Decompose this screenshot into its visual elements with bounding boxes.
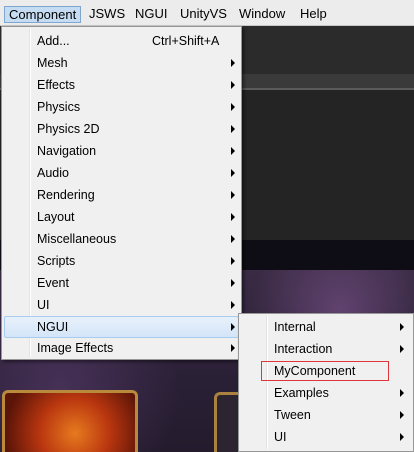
menu-item-ui[interactable]: UI	[4, 294, 239, 316]
menu-item-ngui[interactable]: NGUI	[4, 316, 239, 338]
menu-item-label: Rendering	[37, 188, 95, 202]
submenu-arrow-icon	[231, 257, 235, 265]
menu-item-label: Audio	[37, 166, 69, 180]
menu-item-label: Interaction	[274, 342, 333, 356]
dragon-card-image	[2, 390, 138, 452]
submenu-arrow-icon	[231, 279, 235, 287]
menu-item-ngui-ui[interactable]: UI	[241, 426, 411, 448]
menu-item-layout[interactable]: Layout	[4, 206, 239, 228]
menu-item-label: NGUI	[37, 320, 69, 334]
submenu-arrow-icon	[400, 323, 404, 331]
submenu-arrow-icon	[231, 191, 235, 199]
menu-ngui[interactable]: NGUI	[131, 5, 172, 23]
menu-item-image-effects[interactable]: Image Effects	[4, 337, 239, 359]
submenu-arrow-icon	[400, 433, 404, 441]
menu-item-label: Physics 2D	[37, 122, 100, 136]
menu-item-label: Miscellaneous	[37, 232, 117, 246]
ngui-submenu: Internal Interaction MyComponent Example…	[238, 313, 414, 452]
menu-item-label: Internal	[274, 320, 316, 334]
menu-item-add[interactable]: Add... Ctrl+Shift+A	[4, 30, 239, 52]
submenu-arrow-icon	[231, 301, 235, 309]
menu-item-label: Image Effects	[37, 341, 114, 355]
menu-bar: Component JSWS NGUI UnityVS Window Help	[0, 0, 414, 26]
menu-item-mesh[interactable]: Mesh	[4, 52, 239, 74]
submenu-arrow-icon	[231, 344, 235, 352]
menu-item-label: Mesh	[37, 56, 68, 70]
submenu-arrow-icon	[400, 389, 404, 397]
menu-item-physics-2d[interactable]: Physics 2D	[4, 118, 239, 140]
menu-help[interactable]: Help	[296, 5, 331, 23]
menu-item-label: Effects	[37, 78, 75, 92]
menu-item-label: Tween	[274, 408, 311, 422]
component-dropdown-menu: Add... Ctrl+Shift+A Mesh Effects Physics…	[1, 26, 242, 360]
submenu-arrow-icon	[231, 235, 235, 243]
menu-item-tween[interactable]: Tween	[241, 404, 411, 426]
menu-item-label: Scripts	[37, 254, 76, 268]
menu-component[interactable]: Component	[4, 6, 82, 23]
menu-item-mycomponent[interactable]: MyComponent	[241, 360, 411, 382]
menu-item-effects[interactable]: Effects	[4, 74, 239, 96]
submenu-arrow-icon	[231, 59, 235, 67]
menu-jsws[interactable]: JSWS	[85, 5, 129, 23]
submenu-arrow-icon	[231, 213, 235, 221]
menu-item-miscellaneous[interactable]: Miscellaneous	[4, 228, 239, 250]
submenu-arrow-icon	[231, 103, 235, 111]
menu-item-internal[interactable]: Internal	[241, 316, 411, 338]
menu-item-scripts[interactable]: Scripts	[4, 250, 239, 272]
menu-item-label: MyComponent	[274, 364, 356, 378]
menu-item-label: Physics	[37, 100, 81, 114]
menu-item-label: Event	[37, 276, 69, 290]
menu-item-navigation[interactable]: Navigation	[4, 140, 239, 162]
menu-item-label: UI	[37, 298, 50, 312]
menu-item-label: Add...	[37, 34, 70, 48]
submenu-arrow-icon	[400, 345, 404, 353]
menu-item-label: Navigation	[37, 144, 97, 158]
menu-item-label: Examples	[274, 386, 329, 400]
menu-item-shortcut: Ctrl+Shift+A	[152, 34, 220, 48]
menu-item-interaction[interactable]: Interaction	[241, 338, 411, 360]
menu-item-rendering[interactable]: Rendering	[4, 184, 239, 206]
menu-item-label: UI	[274, 430, 287, 444]
submenu-arrow-icon	[400, 411, 404, 419]
menu-window[interactable]: Window	[235, 5, 289, 23]
menu-item-examples[interactable]: Examples	[241, 382, 411, 404]
menu-item-physics[interactable]: Physics	[4, 96, 239, 118]
menu-item-label: Layout	[37, 210, 75, 224]
menu-unityvs[interactable]: UnityVS	[176, 5, 231, 23]
submenu-arrow-icon	[231, 323, 235, 331]
menu-item-audio[interactable]: Audio	[4, 162, 239, 184]
submenu-arrow-icon	[231, 125, 235, 133]
submenu-arrow-icon	[231, 169, 235, 177]
submenu-arrow-icon	[231, 81, 235, 89]
submenu-arrow-icon	[231, 147, 235, 155]
menu-item-event[interactable]: Event	[4, 272, 239, 294]
